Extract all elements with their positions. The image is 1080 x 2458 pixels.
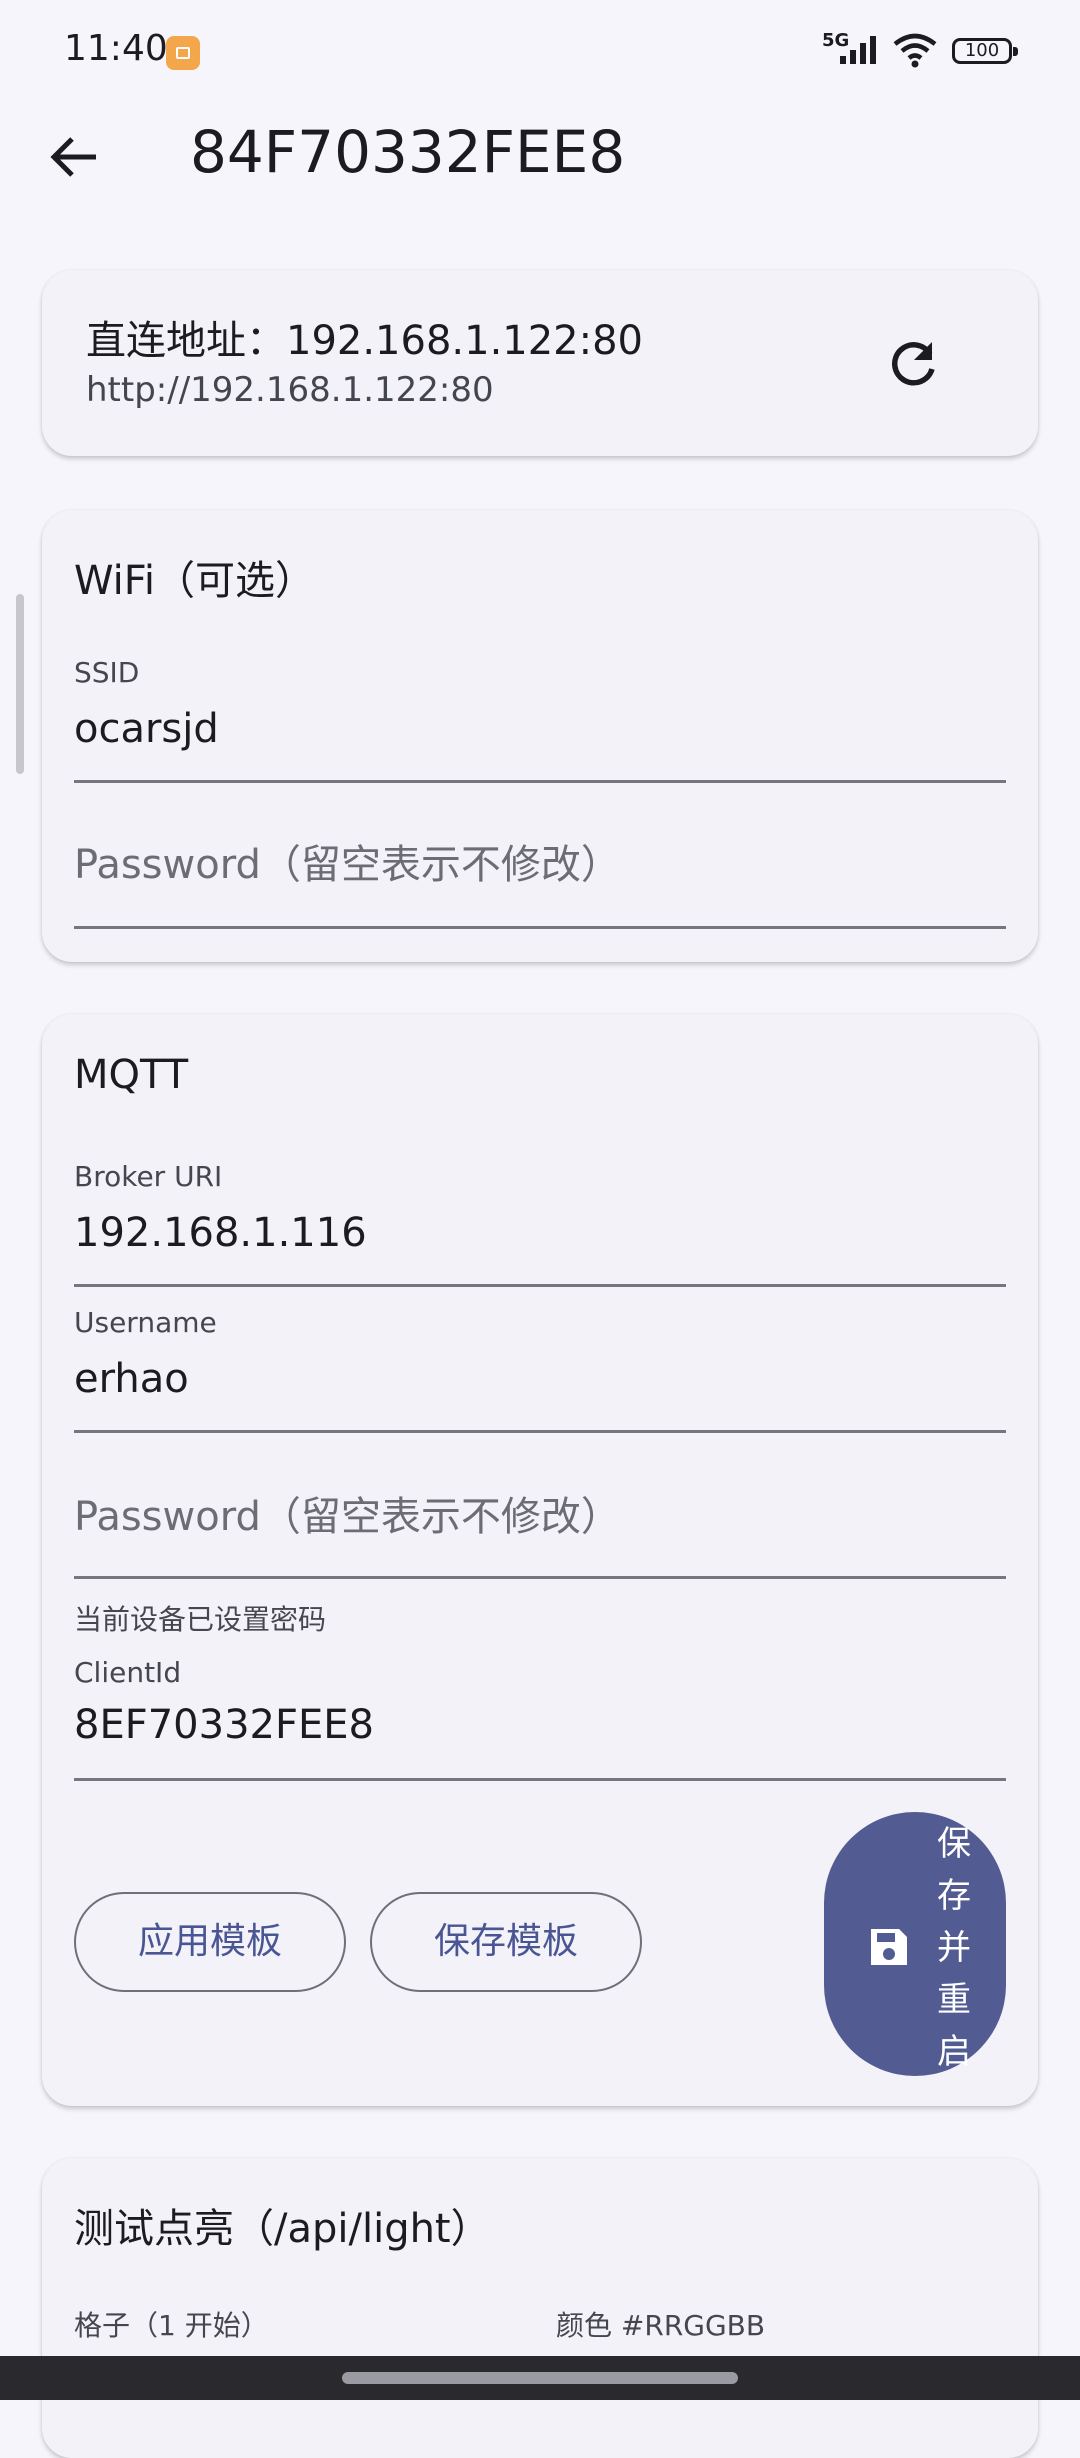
notification-badge-icon xyxy=(166,36,200,70)
ssid-input[interactable]: ocarsjd xyxy=(74,706,219,752)
page-title: 84F70332FEE8 xyxy=(190,118,626,186)
wifi-password-input[interactable]: Password（留空表示不修改） xyxy=(74,832,621,890)
cell-label: 格子（1 开始） xyxy=(74,2309,269,2342)
test-light-title: 测试点亮（/api/light） xyxy=(74,2206,491,2252)
username-underline xyxy=(74,1430,1006,1433)
gesture-handle[interactable] xyxy=(342,2372,738,2384)
save-and-restart-char: 存 xyxy=(937,1876,971,1916)
refresh-button[interactable] xyxy=(880,332,946,398)
save-and-restart-char: 并 xyxy=(937,1928,971,1968)
wifi-password-underline xyxy=(74,926,1006,929)
mqtt-section-title: MQTT xyxy=(74,1052,189,1098)
color-label: 颜色 #RRGGBB xyxy=(556,2309,766,2342)
save-and-restart-label: 保 存 并 重 启 xyxy=(934,1818,974,2078)
signal-icon xyxy=(840,36,876,64)
direct-address-url[interactable]: http://192.168.1.122:80 xyxy=(86,370,494,410)
save-template-button[interactable]: 保存模板 xyxy=(370,1892,642,1992)
refresh-icon xyxy=(891,342,935,386)
clientid-underline xyxy=(74,1778,1006,1781)
mqtt-password-underline xyxy=(74,1576,1006,1579)
arrow-left-icon xyxy=(50,137,96,177)
back-button[interactable] xyxy=(40,122,110,192)
direct-address-title: 直连地址：192.168.1.122:80 xyxy=(86,318,644,364)
apply-template-button[interactable]: 应用模板 xyxy=(74,1892,346,1992)
clientid-label: ClientId xyxy=(74,1656,182,1689)
wifi-icon xyxy=(893,33,937,68)
save-and-restart-char: 重 xyxy=(937,1980,971,2020)
broker-uri-label: Broker URI xyxy=(74,1160,223,1193)
scroll-indicator[interactable] xyxy=(16,594,24,774)
ssid-label: SSID xyxy=(74,656,140,689)
status-time: 11:40 xyxy=(64,28,168,69)
broker-uri-input[interactable]: 192.168.1.116 xyxy=(74,1210,367,1256)
mqtt-password-input[interactable]: Password（留空表示不修改） xyxy=(74,1484,621,1542)
save-icon xyxy=(871,1929,907,1965)
save-and-restart-char: 保 xyxy=(937,1824,971,1864)
ssid-underline xyxy=(74,780,1006,783)
battery-icon: 100 xyxy=(952,38,1018,64)
save-and-restart-button[interactable] xyxy=(824,1812,1006,2076)
save-and-restart-char: 启 xyxy=(937,2032,971,2072)
username-label: Username xyxy=(74,1306,217,1339)
username-input[interactable]: erhao xyxy=(74,1356,189,1402)
clientid-input[interactable]: 8EF70332FEE8 xyxy=(74,1702,374,1748)
password-helper-text: 当前设备已设置密码 xyxy=(74,1603,327,1636)
wifi-section-title: WiFi（可选） xyxy=(74,558,315,604)
broker-uri-underline xyxy=(74,1284,1006,1287)
